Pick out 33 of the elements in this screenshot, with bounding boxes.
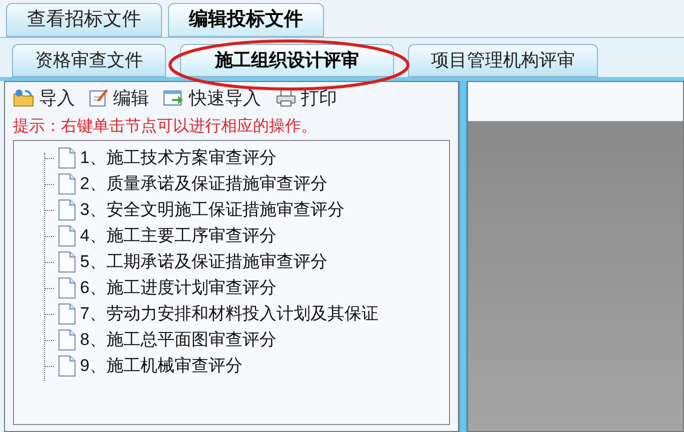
toolbar-button[interactable]: 快速导入	[163, 84, 261, 112]
document-icon	[58, 225, 76, 247]
tree-item[interactable]: 8、施工总平面图审查评分	[80, 327, 276, 353]
tab[interactable]: 施工组织设计评审	[180, 44, 394, 77]
document-icon	[58, 147, 76, 169]
toolbar-button[interactable]: 导入	[13, 84, 75, 112]
window-arrow-icon	[163, 89, 185, 107]
splitter-bar[interactable]	[459, 81, 467, 432]
document-icon	[58, 303, 76, 325]
tab[interactable]: 查看招标文件	[6, 3, 162, 37]
tree-item[interactable]: 1、施工技术方案审查评分	[80, 145, 276, 171]
document-icon	[58, 251, 76, 273]
tree-item[interactable]: 6、施工进度计划审查评分	[80, 275, 276, 301]
hint-text: 提示：右键单击节点可以进行相应的操作。	[12, 116, 318, 137]
toolbar-button[interactable]: 编辑	[89, 84, 149, 112]
tree-item[interactable]: 4、施工主要工序审查评分	[80, 223, 276, 249]
document-icon	[58, 173, 76, 195]
tab[interactable]: 编辑投标文件	[168, 3, 324, 37]
tab[interactable]: 项目管理机构评审	[408, 44, 598, 77]
pencil-document-icon	[89, 89, 109, 107]
tree-item[interactable]: 3、安全文明施工保证措施审查评分	[80, 197, 344, 223]
tree-item[interactable]: 2、质量承诺及保证措施审查评分	[80, 171, 328, 197]
tree-item[interactable]: 9、施工机械审查评分	[80, 353, 242, 379]
document-icon	[58, 355, 76, 377]
tab[interactable]: 资格审查文件	[12, 44, 166, 77]
document-icon	[58, 277, 76, 299]
tree-item[interactable]: 5、工期承诺及保证措施审查评分	[80, 249, 328, 275]
folder-icon	[13, 89, 35, 107]
document-icon	[58, 329, 76, 351]
document-icon	[58, 199, 76, 221]
toolbar-button[interactable]: 打印	[275, 84, 337, 112]
tree-item[interactable]: 7、劳动力安排和材料投入计划及其保证	[80, 301, 378, 327]
printer-icon	[275, 89, 297, 107]
